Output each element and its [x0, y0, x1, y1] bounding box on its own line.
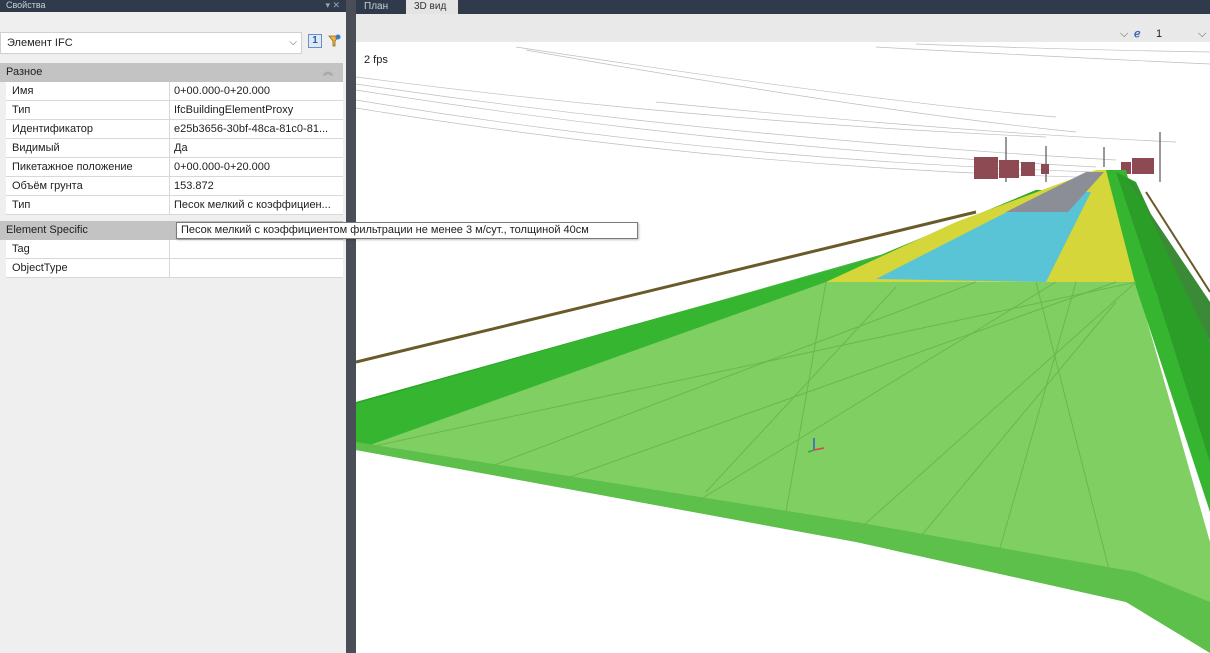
section-title: Element Specific: [6, 224, 88, 236]
property-row[interactable]: Объём грунта 153.872: [6, 177, 343, 196]
power-lines: [356, 43, 1210, 179]
property-key: Пикетажное положение: [6, 158, 170, 176]
fps-counter: 2 fps: [364, 54, 388, 66]
3d-viewport[interactable]: 2 fps: [356, 42, 1210, 653]
property-key: ObjectType: [6, 259, 170, 277]
property-tooltip: Песок мелкий с коэффициентом фильтрации …: [176, 222, 638, 239]
camera-selector[interactable]: ⌵ ℯ 1 ⌵: [1120, 26, 1210, 42]
property-value: [172, 240, 343, 258]
property-value: 0+00.000-0+20.000: [174, 85, 271, 97]
property-value: Да: [174, 142, 188, 154]
chevron-down-icon: ⌵: [289, 37, 297, 48]
view-toolbar: ⌵ ℯ 1 ⌵: [356, 14, 1210, 42]
pin-icon[interactable]: ▾ ✕: [325, 0, 340, 10]
double-chevron-up-icon[interactable]: ︽: [323, 63, 333, 82]
property-row[interactable]: Идентификатор e25b3656-30bf-48ca-81c0-81…: [6, 120, 343, 139]
property-key: Tag: [6, 240, 170, 258]
property-row[interactable]: Пикетажное положение 0+00.000-0+20.000: [6, 158, 343, 177]
single-element-button[interactable]: 1: [308, 34, 322, 48]
property-value: e25b3656-30bf-48ca-81c0-81...: [174, 123, 329, 135]
element-type-value: Элемент IFC: [7, 37, 73, 49]
chevron-down-icon: ⌵: [1198, 28, 1207, 40]
panel-splitter[interactable]: [346, 0, 356, 653]
property-key: Идентификатор: [6, 120, 170, 138]
chevron-down-icon: ⌵: [1120, 28, 1129, 40]
property-row[interactable]: Тип Песок мелкий с коэффициен...: [6, 196, 343, 215]
property-value: IfcBuildingElementProxy: [174, 104, 294, 116]
property-row[interactable]: ObjectType: [6, 259, 343, 278]
property-key: Видимый: [6, 139, 170, 157]
property-value: Песок мелкий с коэффициен...: [174, 199, 331, 211]
panel-title: Свойства: [6, 0, 46, 10]
property-row[interactable]: Видимый Да: [6, 139, 343, 158]
section-title: Разное: [6, 66, 43, 78]
element-type-select[interactable]: Элемент IFC ⌵: [0, 32, 302, 54]
tab-3d-view[interactable]: 3D вид: [406, 0, 458, 14]
road-model-render[interactable]: [356, 42, 1210, 653]
tab-plan[interactable]: План: [356, 0, 402, 14]
section-header-misc[interactable]: Разное ︽: [0, 63, 343, 82]
camera-value: 1: [1156, 28, 1163, 40]
property-key: Тип: [6, 196, 170, 214]
quick-properties-icon[interactable]: [326, 33, 342, 49]
property-row[interactable]: Тип IfcBuildingElementProxy: [6, 101, 343, 120]
camera-icon: ℯ: [1134, 28, 1141, 40]
property-value: 153.872: [174, 180, 214, 192]
properties-panel: Свойства ▾ ✕ Элемент IFC ⌵ 1 Разное ︽ Им…: [0, 0, 346, 653]
property-row[interactable]: Tag: [6, 240, 343, 259]
property-key: Имя: [6, 82, 170, 100]
property-key: Тип: [6, 101, 170, 119]
property-value: [172, 259, 343, 277]
property-key: Объём грунта: [6, 177, 170, 195]
panel-titlebar: Свойства ▾ ✕: [0, 0, 346, 12]
property-value: 0+00.000-0+20.000: [174, 161, 271, 173]
view-tabbar: План 3D вид: [356, 0, 1210, 14]
property-row[interactable]: Имя 0+00.000-0+20.000: [6, 82, 343, 101]
